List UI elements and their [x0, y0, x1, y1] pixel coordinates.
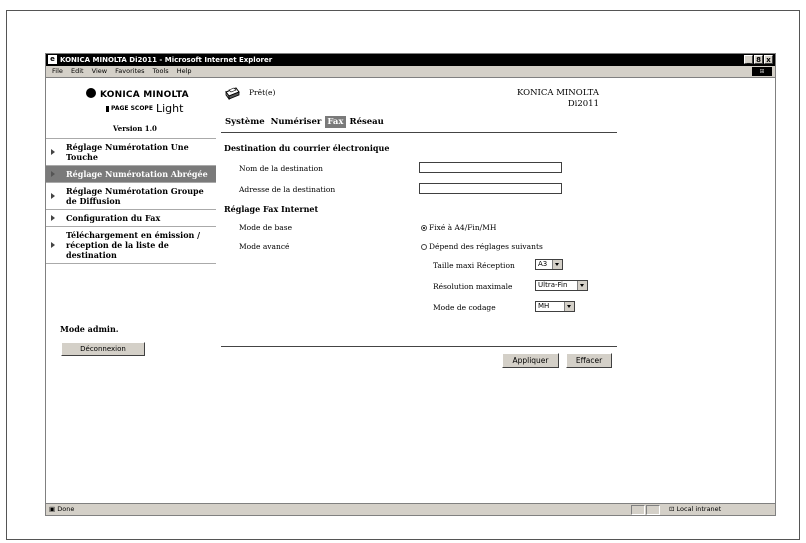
logo-brand-text: KONICA MINOLTA [100, 90, 189, 100]
windows-logo-icon: ⊞ [752, 67, 772, 76]
max-size-label: Taille maxi Réception [433, 261, 515, 270]
sidebar-item-speed-dial[interactable]: Réglage Numérotation Abrégée [46, 165, 216, 182]
device-model: Di2011 [567, 99, 599, 109]
sidebar-item-label: Réglage Numérotation Groupe de Diffusion [66, 186, 204, 206]
tab-bar: Système Numériser Fax Réseau [223, 116, 388, 128]
menu-edit[interactable]: Edit [71, 67, 84, 75]
dest-addr-input[interactable] [419, 183, 562, 194]
tab-divider [221, 132, 617, 133]
dest-addr-label: Adresse de la destination [239, 185, 336, 194]
security-zone: ⊡ Local intranet [669, 504, 769, 515]
email-section-title: Destination du courrier électronique [224, 143, 390, 153]
browser-window: e KONICA MINOLTA Di2011 - Microsoft Inter… [45, 53, 776, 516]
max-size-select[interactable]: A3 [535, 259, 563, 270]
logout-button[interactable]: Déconnexion [61, 342, 145, 356]
arrow-right-icon [51, 193, 55, 199]
clear-button[interactable]: Effacer [566, 353, 612, 368]
ie-icon: e [48, 55, 57, 64]
radio-unchecked-icon [421, 244, 427, 250]
maximize-button[interactable]: 8 [754, 55, 763, 64]
sidebar-item-label: Configuration du Fax [66, 213, 161, 223]
basic-mode-radio[interactable]: Fixé à A4/Fin/MH [421, 223, 496, 232]
menu-tools[interactable]: Tools [153, 67, 169, 75]
coding-label: Mode de codage [433, 303, 496, 312]
chevron-down-icon [577, 281, 587, 290]
window-controls: _ 8 x [744, 55, 773, 64]
tab-network[interactable]: Réseau [348, 116, 386, 128]
arrow-right-icon [51, 149, 55, 155]
basic-mode-label: Mode de base [239, 223, 293, 232]
arrow-right-icon [51, 242, 55, 248]
sidebar-item-one-touch[interactable]: Réglage Numérotation Une Touche [46, 138, 216, 165]
status-text: ▣ Done [49, 505, 75, 513]
konica-globe-icon [86, 88, 96, 98]
pagescope-mark: PAGE SCOPE [106, 106, 153, 112]
advanced-mode-option-label: Dépend des réglages suivants [429, 242, 543, 251]
basic-mode-option-label: Fixé à A4/Fin/MH [429, 223, 497, 232]
max-res-value: Ultra-Fin [538, 281, 568, 289]
window-title: KONICA MINOLTA Di2011 - Microsoft Intern… [60, 56, 273, 64]
arrow-right-icon [51, 215, 55, 221]
sidebar-divider [46, 263, 216, 264]
status-bar: ▣ Done ⊡ Local intranet [46, 503, 775, 515]
advanced-mode-radio[interactable]: Dépend des réglages suivants [421, 242, 543, 251]
pagescope-product: Light [155, 102, 184, 115]
document-frame: e KONICA MINOLTA Di2011 - Microsoft Inter… [6, 10, 800, 540]
status-segment [646, 505, 660, 515]
form-divider [221, 346, 617, 347]
apply-button[interactable]: Appliquer [502, 353, 559, 368]
brand-name: KONICA MINOLTA [517, 88, 599, 98]
chevron-down-icon [564, 302, 574, 311]
sidebar-item-fax-config[interactable]: Configuration du Fax [46, 209, 216, 226]
title-bar: e KONICA MINOLTA Di2011 - Microsoft Inter… [46, 54, 775, 66]
device-brand: KONICA MINOLTA Di2011 [517, 88, 599, 110]
minimize-button[interactable]: _ [744, 55, 753, 64]
sidebar-item-label: Réglage Numérotation Abrégée [66, 169, 208, 179]
tab-system[interactable]: Système [223, 116, 267, 128]
advanced-mode-label: Mode avancé [239, 242, 290, 251]
device-status: Prêt(e) [249, 88, 276, 97]
page-content: KONICA MINOLTA PAGE SCOPE Light Version 1… [46, 78, 775, 503]
intranet-icon: ⊡ [669, 505, 677, 513]
max-size-value: A3 [538, 260, 548, 268]
sidebar-nav: Réglage Numérotation Une Touche Réglage … [46, 138, 216, 264]
menu-bar: File Edit View Favorites Tools Help ⊞ [46, 66, 775, 78]
pagescope-logo: PAGE SCOPE Light [106, 102, 183, 115]
sidebar: KONICA MINOLTA PAGE SCOPE Light Version 1… [46, 78, 216, 503]
dest-name-input[interactable] [419, 162, 562, 173]
admin-mode-label: Mode admin. [60, 324, 119, 334]
coding-value: MH [538, 302, 550, 310]
sidebar-item-label: Téléchargement en émission / réception d… [66, 230, 201, 260]
sidebar-item-download-list[interactable]: Téléchargement en émission / réception d… [46, 226, 216, 263]
konica-logo: KONICA MINOLTA [86, 88, 189, 100]
sidebar-item-group-dial[interactable]: Réglage Numérotation Groupe de Diffusion [46, 182, 216, 209]
menu-help[interactable]: Help [177, 67, 192, 75]
dest-name-label: Nom de la destination [239, 164, 324, 173]
zone-label: Local intranet [676, 505, 722, 513]
status-segment [631, 505, 645, 515]
chevron-down-icon [552, 260, 562, 269]
menu-view[interactable]: View [92, 67, 107, 75]
max-res-select[interactable]: Ultra-Fin [535, 280, 588, 291]
status-done-label: Done [57, 505, 75, 513]
coding-select[interactable]: MH [535, 301, 575, 312]
radio-checked-icon [421, 225, 427, 231]
close-button[interactable]: x [764, 55, 773, 64]
tab-scan[interactable]: Numériser [269, 116, 324, 128]
main-panel: Prêt(e) KONICA MINOLTA Di2011 Système Nu… [221, 78, 621, 503]
max-res-label: Résolution maximale [433, 282, 513, 291]
sidebar-item-label: Réglage Numérotation Une Touche [66, 142, 189, 162]
menu-file[interactable]: File [52, 67, 63, 75]
menu-favorites[interactable]: Favorites [115, 67, 144, 75]
ifax-section-title: Réglage Fax Internet [224, 204, 319, 214]
arrow-right-icon [51, 171, 55, 177]
version-label: Version 1.0 [113, 124, 157, 133]
printer-status-icon [225, 87, 240, 100]
tab-fax[interactable]: Fax [325, 116, 346, 128]
